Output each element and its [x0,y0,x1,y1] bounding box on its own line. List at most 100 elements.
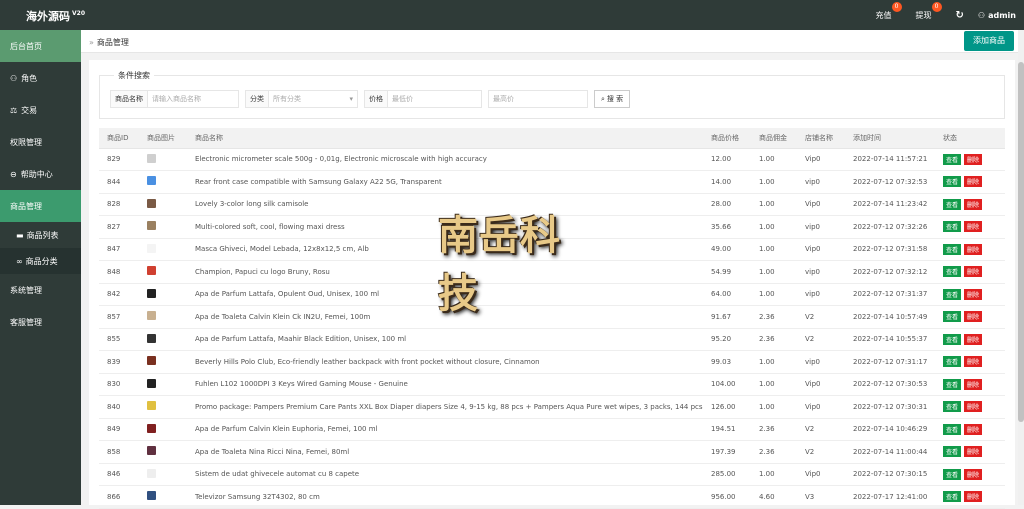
cell-commission: 2.36 [751,328,797,351]
refresh-icon[interactable]: ↻ [956,0,964,30]
delete-button[interactable]: 删除 [964,356,983,368]
cell-shop: vip0 [797,283,845,306]
category-value: 所有分类 [273,95,301,103]
cell-id: 849 [99,418,139,441]
search-legend: 条件搜索 [114,70,154,81]
view-button[interactable]: 查看 [943,176,962,188]
sidebar: 后台首页 ⚇ 角色 ⚖ 交易 权限管理 ⊖ 帮助中心 商品管理 ▬ 商品列表 ∞ 商品分类… [0,30,81,505]
cell-shop: Vip0 [797,463,845,486]
cell-shop: vip0 [797,215,845,239]
delete-button[interactable]: 删除 [964,378,983,390]
view-button[interactable]: 查看 [943,378,962,390]
delete-button[interactable]: 删除 [964,176,983,188]
cell-image [139,215,187,239]
view-button[interactable]: 查看 [943,266,962,278]
delete-button[interactable]: 删除 [964,153,983,165]
cell-commission: 1.00 [751,373,797,396]
view-button[interactable]: 查看 [943,423,962,435]
cell-image [139,350,187,374]
view-button[interactable]: 查看 [943,198,962,210]
search-button[interactable]: ⌕ 搜 索 [594,90,631,108]
cell-commission: 2.36 [751,305,797,329]
view-button[interactable]: 查看 [943,243,962,255]
cell-id: 840 [99,395,139,419]
cell-id: 858 [99,440,139,464]
watermark-logo: 南岳科技 [438,212,588,317]
delete-button[interactable]: 删除 [964,491,983,503]
sidebar-item-roles[interactable]: ⚇ 角色 [0,62,81,94]
product-thumbnail [147,356,156,366]
view-button[interactable]: 查看 [943,311,962,323]
view-button[interactable]: 查看 [943,491,962,503]
cell-commission: 2.36 [751,440,797,464]
scrollbar[interactable] [1018,30,1024,505]
sidebar-item-permissions[interactable]: 权限管理 [0,126,81,158]
brand-name: 海外源码 [26,10,70,23]
search-fieldset: 条件搜索 商品名称 请输入商品名称 分类 所有分类 ▾ 价格 最低价 最高价 ⌕ 搜… [99,70,1005,119]
withdraw-badge: 0 [931,2,942,12]
delete-button[interactable]: 删除 [964,311,983,323]
table-row: 840 Promo package: Pampers Premium Care P… [99,395,1005,419]
help-icon: ⊖ [10,169,17,179]
brand-version: V20 [72,10,85,18]
cell-shop: vip0 [797,260,845,284]
sidebar-item-home[interactable]: 后台首页 [0,30,81,62]
view-button[interactable]: 查看 [943,221,962,233]
user-menu[interactable]: ⚇ admin [978,0,1016,30]
delete-button[interactable]: 删除 [964,288,983,300]
delete-button[interactable]: 删除 [964,468,983,480]
cell-name: Apa de Toaleta Nina Ricci Nina, Femei, 8… [187,440,703,464]
delete-button[interactable]: 删除 [964,221,983,233]
recharge-label: 充值 [875,10,892,20]
cell-commission: 1.00 [751,215,797,239]
withdraw-link[interactable]: 提现 0 [916,0,942,30]
top-actions: 充值 0 提现 0 ↻ ⚇ admin [876,0,1016,30]
recharge-badge: 0 [891,2,902,12]
view-button[interactable]: 查看 [943,288,962,300]
cell-id: 848 [99,260,139,284]
view-button[interactable]: 查看 [943,333,962,345]
sidebar-item-service[interactable]: 客服管理 [0,306,81,338]
category-select[interactable]: 所有分类 ▾ [268,90,358,108]
sidebar-item-trade[interactable]: ⚖ 交易 [0,94,81,126]
sidebar-item-label: 交易 [21,105,38,115]
delete-button[interactable]: 删除 [964,198,983,210]
recharge-link[interactable]: 充值 0 [875,0,902,30]
sidebar-item-label: 权限管理 [10,137,42,147]
cell-actions: 查看 删除 [935,350,1005,374]
delete-button[interactable]: 删除 [964,401,983,413]
sidebar-item-products[interactable]: 商品管理 [0,190,81,222]
view-button[interactable]: 查看 [943,153,962,165]
sidebar-item-product-category[interactable]: ∞ 商品分类 [0,248,81,274]
cell-shop: vip0 [797,170,845,194]
sidebar-item-product-list[interactable]: ▬ 商品列表 [0,222,81,248]
scrollbar-thumb[interactable] [1018,62,1024,422]
add-product-button[interactable]: 添加商品 [964,31,1014,51]
cell-id: 846 [99,463,139,486]
max-price-input[interactable]: 最高价 [488,90,588,108]
sidebar-item-system[interactable]: 系统管理 [0,274,81,306]
name-input[interactable]: 请输入商品名称 [147,90,239,108]
delete-button[interactable]: 删除 [964,446,983,458]
search-button-label: 搜 索 [606,95,624,103]
delete-button[interactable]: 删除 [964,423,983,435]
user-icon: ⚇ [977,10,986,20]
view-button[interactable]: 查看 [943,468,962,480]
cell-actions: 查看 删除 [935,193,1005,216]
delete-button[interactable]: 删除 [964,243,983,255]
delete-button[interactable]: 删除 [964,333,983,345]
cell-name: Electronic micrometer scale 500g - 0,01g… [187,148,703,171]
cell-name: Rear front case compatible with Samsung … [187,170,703,194]
cell-time: 2022-07-14 11:23:42 [845,193,935,216]
cell-shop: Vip0 [797,373,845,396]
view-button[interactable]: 查看 [943,401,962,413]
view-button[interactable]: 查看 [943,356,962,368]
cell-commission: 1.00 [751,350,797,374]
delete-button[interactable]: 删除 [964,266,983,278]
cell-price: 99.03 [703,350,751,374]
sidebar-item-help[interactable]: ⊖ 帮助中心 [0,158,81,190]
cell-commission: 2.36 [751,418,797,441]
cell-name: Promo package: Pampers Premium Care Pant… [187,395,703,419]
min-price-input[interactable]: 最低价 [387,90,482,108]
view-button[interactable]: 查看 [943,446,962,458]
